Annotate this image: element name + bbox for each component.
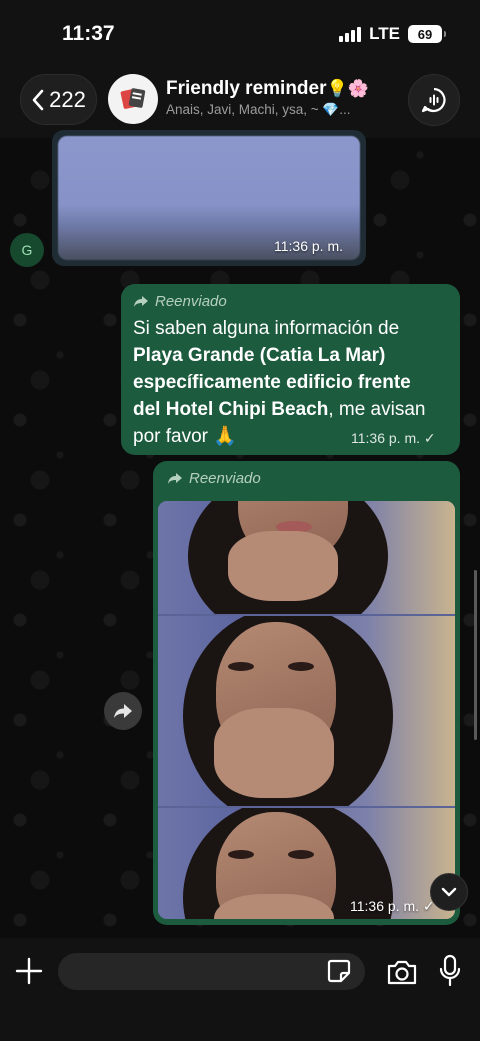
group-name-emojis: 💡🌸	[326, 79, 369, 98]
forwarded-label: Reenviado	[133, 290, 448, 312]
signal-icon	[339, 26, 362, 42]
chat-header: 222 Friendly reminder💡🌸 Anais, Javi, Mac…	[0, 64, 480, 138]
back-button[interactable]: 222	[20, 74, 97, 125]
photo-strip	[158, 616, 455, 806]
message-input-bar	[0, 938, 480, 1041]
forward-button[interactable]	[104, 692, 142, 730]
outgoing-text-message[interactable]: Reenviado Si saben alguna información de…	[121, 284, 460, 455]
camera-icon[interactable]	[386, 958, 418, 986]
forward-icon	[114, 704, 132, 718]
message-time: 11:36 p. m.	[351, 430, 421, 446]
audio-chat-icon	[421, 87, 446, 113]
scrollbar[interactable]	[474, 570, 477, 740]
message-time-row: 11:36 p. m. ✓	[351, 430, 436, 447]
call-button[interactable]	[408, 74, 460, 126]
group-avatar[interactable]	[108, 74, 158, 124]
chevron-down-icon	[441, 887, 457, 897]
sticker-icon[interactable]	[326, 958, 352, 984]
message-time: 11:36 p. m.	[274, 238, 344, 254]
forwarded-label: Reenviado	[159, 467, 454, 489]
outgoing-photo[interactable]	[158, 501, 455, 919]
sender-avatar[interactable]: G	[10, 233, 44, 267]
forward-arrow-icon	[168, 472, 182, 484]
network-type: LTE	[369, 24, 400, 43]
chevron-left-icon	[32, 89, 44, 110]
microphone-icon[interactable]	[438, 954, 462, 988]
message-text-part-1: Si saben alguna información de	[133, 318, 400, 339]
message-input[interactable]	[58, 953, 365, 990]
group-members[interactable]: Anais, Javi, Machi, ysa, ~ 💎...	[166, 102, 351, 118]
message-time-row: 11:36 p. m. ✓	[350, 898, 435, 915]
group-name-text: Friendly reminder	[166, 78, 327, 99]
photo-strip	[158, 501, 455, 614]
scroll-to-bottom-button[interactable]	[430, 873, 468, 911]
unread-count: 222	[49, 86, 86, 112]
incoming-image-message[interactable]: 11:36 p. m.	[52, 130, 366, 266]
message-time: 11:36 p. m.	[350, 898, 420, 914]
sent-check-icon: ✓	[423, 430, 436, 446]
battery-icon: 69	[408, 25, 446, 43]
group-avatar-icon	[120, 88, 146, 109]
outgoing-image-message[interactable]: Reenviado 11:36 p. m. ✓	[153, 461, 460, 925]
status-indicators: LTE 69	[339, 24, 446, 44]
battery-level: 69	[417, 26, 433, 42]
status-bar: 11:37 LTE 69	[0, 0, 480, 64]
forwarded-text: Reenviado	[189, 469, 261, 487]
forwarded-text: Reenviado	[155, 292, 227, 310]
group-name[interactable]: Friendly reminder💡🌸	[166, 78, 369, 100]
plus-icon[interactable]	[14, 956, 44, 986]
forward-arrow-icon	[134, 295, 148, 307]
status-time: 11:37	[62, 22, 115, 45]
